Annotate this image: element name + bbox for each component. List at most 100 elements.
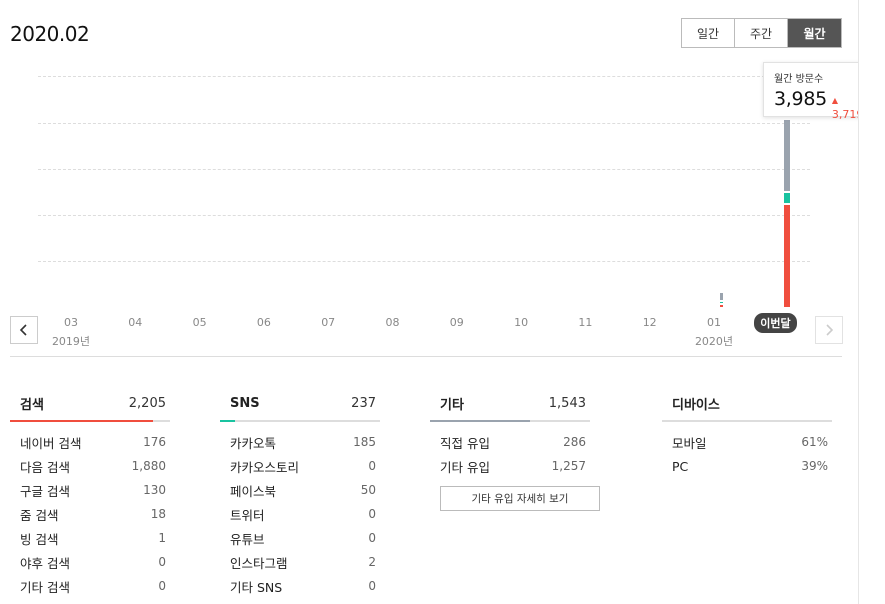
list-item-value: 61%	[801, 435, 828, 449]
tooltip-value: 3,985	[774, 88, 827, 110]
x-tick-label: 07	[321, 316, 335, 329]
x-tick-year: 2020년	[694, 335, 734, 348]
list-item-label: 네이버 검색	[20, 435, 82, 451]
list-item-value: 130	[143, 483, 166, 497]
x-tick-label: 12	[643, 316, 657, 329]
scrollbar[interactable]	[858, 0, 885, 604]
x-tick-month: 07	[321, 316, 336, 329]
tab-monthly[interactable]: 월간	[788, 19, 841, 47]
list-item-value: 0	[368, 531, 376, 545]
current-month-badge: 이번달	[754, 313, 797, 333]
list-item-value: 1,880	[131, 459, 166, 473]
x-tick-label: 11	[578, 316, 592, 329]
list-item-label: 트위터	[230, 507, 265, 523]
list-item-label: 기타 검색	[20, 579, 70, 595]
list-item-label: 모바일	[672, 435, 707, 451]
x-tick-label: 04	[128, 316, 142, 329]
list-item-label: 야후 검색	[20, 555, 70, 571]
other-share-bar	[430, 420, 530, 422]
grid-line	[38, 76, 810, 77]
x-tick-month: 09	[449, 316, 464, 329]
other-detail-button[interactable]: 기타 유입 자세히 보기	[440, 486, 600, 511]
list-item-label: 기타 유입	[440, 459, 490, 475]
list-item: 빙 검색 1	[10, 526, 170, 550]
list-item-value: 0	[158, 579, 166, 593]
bar-segment[interactable]	[784, 119, 791, 191]
list-item-label: 페이스북	[230, 483, 277, 499]
x-tick-label: 01 2020년	[695, 316, 733, 349]
list-item: 유튜브 0	[220, 526, 380, 550]
other-sources: 기타 1,543 직접 유입 286 기타 유입 1,257 기타 유입 자세히 보기	[430, 386, 600, 511]
bar-segment[interactable]	[784, 204, 791, 307]
list-item-label: 구글 검색	[20, 483, 70, 499]
x-tick-label: 06	[257, 316, 271, 329]
list-item: 모바일 61%	[662, 430, 832, 454]
other-total: 1,543	[548, 395, 586, 411]
bar-segment[interactable]	[720, 292, 723, 300]
list-item-label: 인스타그램	[230, 555, 288, 571]
list-item: 인스타그램 2	[220, 550, 380, 574]
x-tick-label: 08	[386, 316, 400, 329]
search-list: 네이버 검색 176 다음 검색 1,880 구글 검색 130 줌 검색 18 빙 검색 1 야후…	[10, 422, 170, 598]
x-tick-month: 12	[642, 316, 657, 329]
list-item-value: 286	[563, 435, 586, 449]
list-item-value: 39%	[801, 459, 828, 473]
tab-weekly[interactable]: 주간	[735, 19, 788, 47]
list-item-value: 176	[143, 435, 166, 449]
x-tick-month: 04	[128, 316, 143, 329]
list-item-label: 직접 유입	[440, 435, 490, 451]
list-item-value: 0	[158, 555, 166, 569]
other-list: 직접 유입 286 기타 유입 1,257	[430, 422, 590, 478]
sns-total: 237	[351, 395, 376, 411]
list-item: 페이스북 50	[220, 478, 380, 502]
search-title: 검색	[20, 397, 44, 413]
list-item-value: 1,257	[551, 459, 586, 473]
chart-next-button[interactable]	[815, 316, 843, 344]
list-item-value: 0	[368, 579, 376, 593]
sns-header: SNS 237	[220, 386, 380, 422]
search-sources: 검색 2,205 네이버 검색 176 다음 검색 1,880 구글 검색 130 줌 검색…	[10, 386, 170, 598]
list-item: 카카오톡 185	[220, 430, 380, 454]
list-item: 줌 검색 18	[10, 502, 170, 526]
list-item: PC 39%	[662, 454, 832, 478]
x-tick-label: 09	[450, 316, 464, 329]
x-tick-label: 10	[514, 316, 528, 329]
x-tick-year: 2019년	[51, 335, 91, 348]
list-item: 다음 검색 1,880	[10, 454, 170, 478]
list-item: 네이버 검색 176	[10, 430, 170, 454]
list-item: 트위터 0	[220, 502, 380, 526]
device-header: 디바이스	[662, 386, 832, 422]
x-tick-label: 03 2019년	[52, 316, 90, 349]
list-item-label: 빙 검색	[20, 531, 59, 547]
tab-daily[interactable]: 일간	[682, 19, 735, 47]
chart-prev-button[interactable]	[10, 316, 38, 344]
arrow-up-icon: ▲	[831, 96, 839, 105]
bar-segment[interactable]	[784, 192, 791, 203]
search-total: 2,205	[128, 395, 166, 411]
page-title: 2020.02	[10, 22, 90, 46]
search-header: 검색 2,205	[10, 386, 170, 422]
x-tick-month: 10	[514, 316, 529, 329]
search-share-bar	[10, 420, 153, 422]
chevron-left-icon	[19, 324, 27, 336]
list-item-label: 다음 검색	[20, 459, 70, 475]
list-item-label: 카카오톡	[230, 435, 277, 451]
bar-segment[interactable]	[720, 301, 723, 303]
bar-segment[interactable]	[720, 304, 723, 307]
x-axis-labels: 03 2019년 04 05 06 07 08 09 10 11 12 01 2020년 이번달	[0, 313, 858, 356]
x-tick-label: 05	[193, 316, 207, 329]
divider	[10, 356, 842, 357]
other-title: 기타	[440, 397, 464, 413]
device-list: 모바일 61% PC 39%	[662, 422, 832, 478]
x-tick-month: 11	[578, 316, 593, 329]
grid-line	[38, 261, 810, 262]
list-item-label: 기타 SNS	[230, 579, 283, 595]
other-header: 기타 1,543	[430, 386, 590, 422]
list-item-value: 2	[368, 555, 376, 569]
list-item-value: 0	[368, 507, 376, 521]
list-item: 구글 검색 130	[10, 478, 170, 502]
device-sources: 디바이스 모바일 61% PC 39%	[662, 386, 832, 478]
grid-line	[38, 215, 810, 216]
x-tick-month: 06	[256, 316, 271, 329]
list-item-label: PC	[672, 458, 689, 474]
